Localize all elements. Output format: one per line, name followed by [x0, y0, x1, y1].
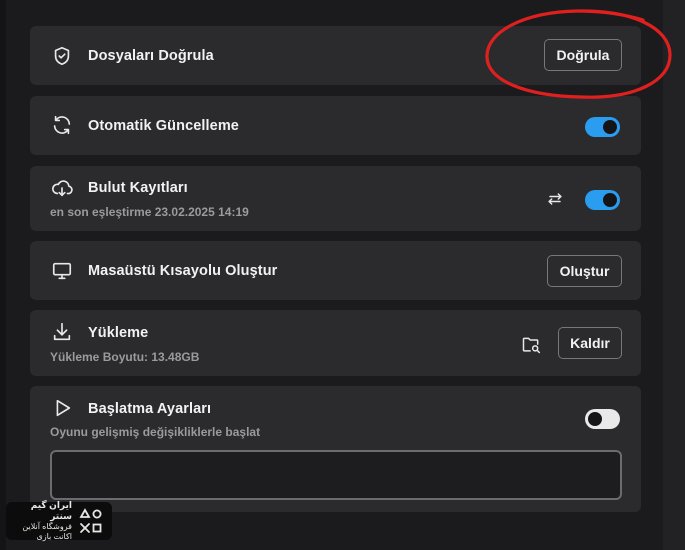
cloud-saves-toggle[interactable] [585, 190, 620, 210]
sync-arrows-icon[interactable] [545, 189, 565, 209]
cloud-download-icon [51, 177, 73, 199]
verify-button[interactable]: Doğrula [544, 39, 622, 71]
store-watermark: ایران گیم سنتر فروشگاه آنلاین اکانت بازی [6, 500, 112, 543]
toggle-knob [588, 412, 602, 426]
download-icon [51, 321, 73, 343]
launch-options-input[interactable] [50, 450, 622, 500]
row-verify-files: Dosyaları Doğrula Doğrula [30, 26, 641, 85]
create-shortcut-button[interactable]: Oluştur [547, 255, 622, 287]
refresh-icon [51, 114, 73, 136]
cloud-saves-label: Bulut Kayıtları [88, 180, 188, 196]
shield-check-icon [51, 45, 73, 67]
auto-update-toggle[interactable] [585, 117, 620, 137]
cloud-saves-last-sync: en son eşleştirme 23.02.2025 14:19 [50, 205, 249, 219]
row-auto-update: Otomatik Güncelleme [30, 96, 641, 155]
playstation-symbols-icon [78, 508, 104, 534]
watermark-text: ایران گیم سنتر فروشگاه آنلاین اکانت بازی [12, 500, 72, 543]
row-desktop-shortcut: Masaüstü Kısayolu Oluştur Oluştur [30, 241, 641, 300]
folder-search-icon[interactable] [521, 335, 541, 355]
row-launch-options: Başlatma Ayarları Oyunu gelişmiş değişik… [30, 386, 641, 512]
auto-update-label: Otomatik Güncelleme [88, 118, 239, 134]
row-install: Yükleme Yükleme Boyutu: 13.48GB Kaldır [30, 310, 641, 376]
row-cloud-saves: Bulut Kayıtları en son eşleştirme 23.02.… [30, 166, 641, 231]
watermark-line2: فروشگاه آنلاین اکانت بازی [22, 522, 72, 542]
install-label: Yükleme [88, 325, 149, 341]
uninstall-button[interactable]: Kaldır [558, 327, 622, 359]
left-edge [0, 0, 6, 550]
toggle-knob [603, 120, 617, 134]
play-icon [51, 397, 73, 419]
monitor-icon [51, 260, 73, 282]
verify-files-label: Dosyaları Doğrula [88, 48, 214, 64]
settings-panel: Dosyaları Doğrula Doğrula Otomatik Günce… [0, 0, 685, 550]
launch-options-label: Başlatma Ayarları [88, 401, 212, 417]
watermark-line1: ایران گیم سنتر [30, 499, 72, 521]
toggle-knob [603, 193, 617, 207]
desktop-shortcut-label: Masaüstü Kısayolu Oluştur [88, 263, 278, 279]
launch-options-description: Oyunu gelişmiş değişikliklerle başlat [50, 425, 261, 439]
scrollbar-track[interactable] [663, 0, 685, 550]
install-size: Yükleme Boyutu: 13.48GB [50, 350, 200, 364]
launch-options-toggle[interactable] [585, 409, 620, 429]
